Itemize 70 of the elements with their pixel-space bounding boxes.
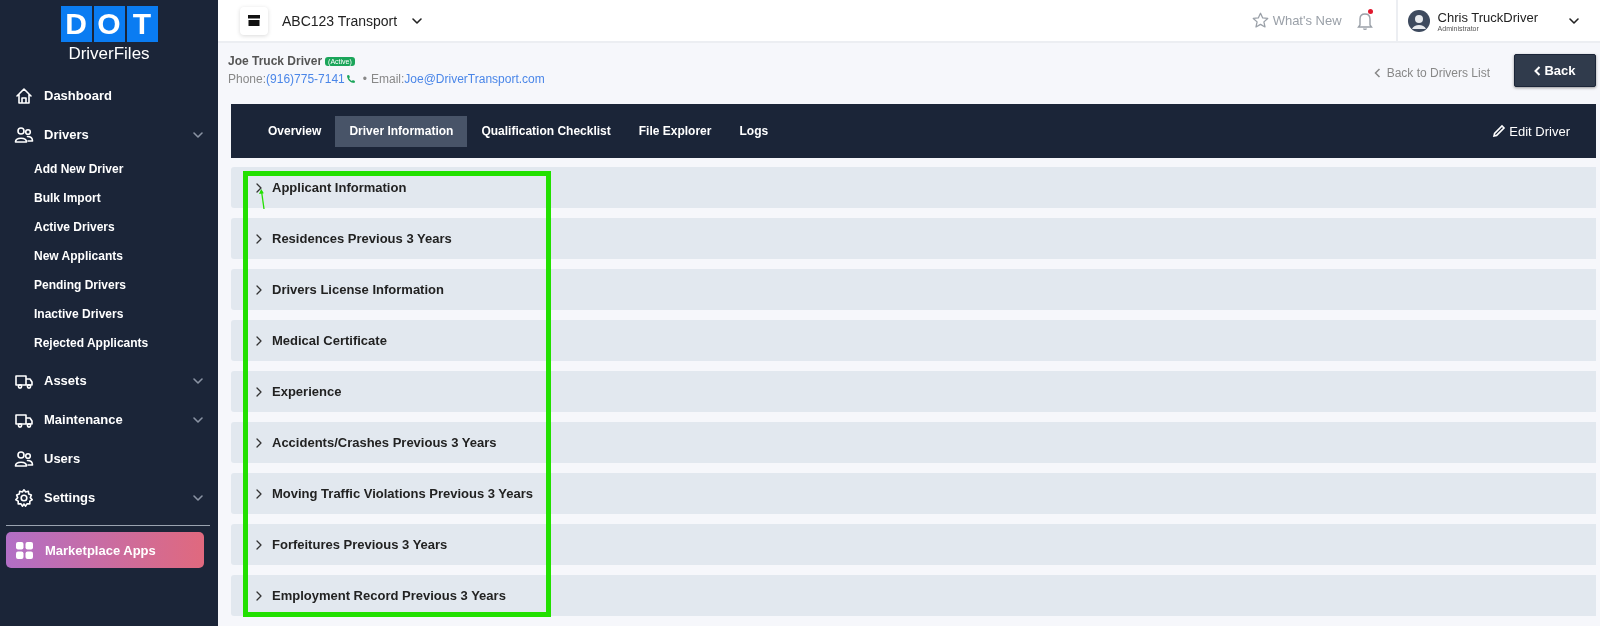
nav-item[interactable]: Maintenance (0, 400, 218, 439)
driver-name: Joe Truck Driver (228, 54, 323, 68)
accordion-header[interactable]: Residences Previous 3 Years (231, 218, 1596, 259)
nav-subitem[interactable]: Add New Driver (0, 154, 218, 183)
chevron-right-icon (255, 233, 263, 244)
separator-dot: • (362, 72, 367, 86)
chevron-right-icon (255, 437, 263, 448)
pencil-icon (1492, 124, 1507, 138)
section-title: Medical Certificate (272, 333, 387, 348)
user-name: Chris TruckDriver (1437, 9, 1538, 25)
chevron-left-icon (1534, 65, 1542, 76)
accordion-header[interactable]: Employment Record Previous 3 Years (231, 575, 1596, 616)
phone-icon (345, 74, 356, 84)
section-title: Forfeitures Previous 3 Years (272, 537, 448, 552)
house-icon (14, 85, 34, 106)
chevron-right-icon (255, 590, 263, 601)
back-button[interactable]: Back (1514, 54, 1596, 87)
nav-item[interactable]: Drivers (0, 115, 218, 154)
star-icon (1251, 12, 1269, 29)
people-icon (14, 124, 34, 145)
accordion-header[interactable]: Experience (231, 371, 1596, 412)
store-icon[interactable] (240, 6, 268, 35)
chevron-right-icon (255, 335, 263, 346)
nav-subitem[interactable]: Pending Drivers (0, 270, 218, 299)
nav-subitem[interactable]: Rejected Applicants (0, 328, 218, 357)
nav-subitem[interactable]: New Applicants (0, 241, 218, 270)
settings-icon (14, 487, 34, 508)
company-name[interactable]: ABC123 Transport (282, 12, 398, 29)
section-title: Residences Previous 3 Years (272, 231, 452, 246)
section-title: Accidents/Crashes Previous 3 Years (272, 435, 497, 450)
section-title: Moving Traffic Violations Previous 3 Years (272, 486, 534, 501)
section-title: Drivers License Information (272, 282, 444, 297)
section-title: Applicant Information (272, 180, 407, 195)
logo-letter: D (60, 6, 92, 42)
chevron-right-icon (255, 539, 263, 550)
email-label: Email: (371, 72, 405, 86)
nav-subitem[interactable]: Active Drivers (0, 212, 218, 241)
nav-item[interactable]: Settings (0, 478, 218, 517)
tab[interactable]: Driver Information (335, 115, 468, 147)
nav-subitem[interactable]: Bulk Import (0, 183, 218, 212)
accordion-header[interactable]: Accidents/Crashes Previous 3 Years (231, 422, 1596, 463)
chevron-right-icon (255, 386, 263, 397)
section-title: Experience (272, 384, 342, 399)
logo-text: DriverFiles (68, 44, 150, 64)
section-title: Employment Record Previous 3 Years (272, 588, 506, 603)
accordion-header[interactable]: Forfeitures Previous 3 Years (231, 524, 1596, 565)
people-icon (14, 448, 34, 469)
tab[interactable]: Overview (254, 115, 336, 147)
chevron-right-icon (255, 284, 263, 295)
tab[interactable]: Qualification Checklist (467, 115, 625, 147)
nav-subitem[interactable]: Inactive Drivers (0, 299, 218, 328)
bell-icon[interactable] (1355, 10, 1374, 31)
nav-item[interactable]: Users (0, 439, 218, 478)
nav-item[interactable]: Dashboard (0, 76, 218, 115)
tab[interactable]: Logs (725, 115, 783, 147)
logo-letter: T (126, 6, 158, 42)
accordion-header[interactable]: Drivers License Information (231, 269, 1596, 310)
tab[interactable]: File Explorer (624, 115, 726, 147)
edit-driver-button[interactable]: Edit Driver (1486, 122, 1576, 140)
chevron-left-icon (1373, 68, 1381, 78)
accordion-header[interactable]: Moving Traffic Violations Previous 3 Years (231, 473, 1596, 514)
accordion-header[interactable]: Applicant Information (231, 167, 1596, 208)
grid-icon (16, 541, 33, 559)
nav-item[interactable]: Assets (0, 361, 218, 400)
logo-letter: O (93, 6, 125, 42)
accordion-header[interactable]: Medical Certificate (231, 320, 1596, 361)
chevron-right-icon (255, 488, 263, 499)
phone-label: Phone: (228, 72, 267, 86)
avatar-icon[interactable] (1407, 9, 1430, 32)
annotation-arrow (258, 188, 268, 210)
